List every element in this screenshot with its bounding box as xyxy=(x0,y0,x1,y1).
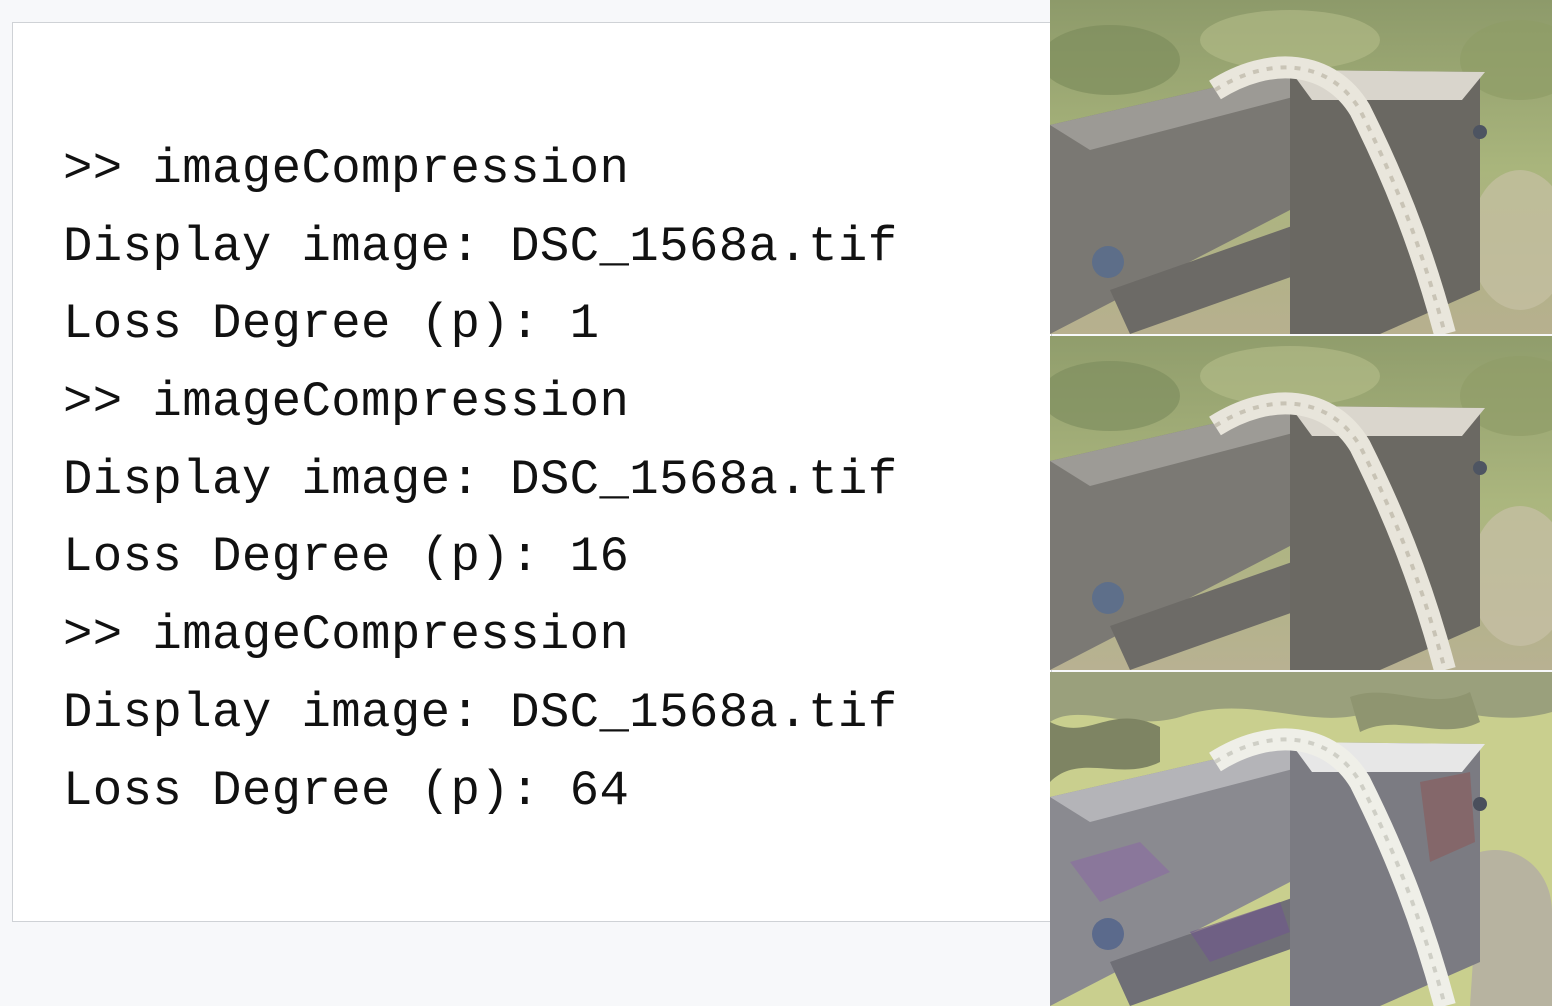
compressed-photo-p1 xyxy=(1050,0,1552,334)
compressed-image-stack xyxy=(1050,0,1552,1006)
console-loss-line: Loss Degree (p): 1 xyxy=(63,296,600,353)
compressed-photo-p64 xyxy=(1050,672,1552,1006)
console-display-line: Display image: DSC_1568a.tif xyxy=(63,451,898,508)
compressed-photo-p16 xyxy=(1050,336,1552,670)
console-command-line: >> imageCompression xyxy=(63,141,630,197)
console-loss-line: Loss Degree (p): 64 xyxy=(63,762,630,819)
console-panel: >> imageCompression Display image: DSC_1… xyxy=(12,22,1052,922)
console-command-line: >> imageCompression xyxy=(63,607,630,664)
console-output: >> imageCompression Display image: DSC_1… xyxy=(63,131,898,830)
console-display-line: Display image: DSC_1568a.tif xyxy=(63,218,898,275)
console-display-line: Display image: DSC_1568a.tif xyxy=(63,684,898,741)
console-loss-line: Loss Degree (p): 16 xyxy=(63,529,630,586)
console-command-line: >> imageCompression xyxy=(63,374,630,431)
